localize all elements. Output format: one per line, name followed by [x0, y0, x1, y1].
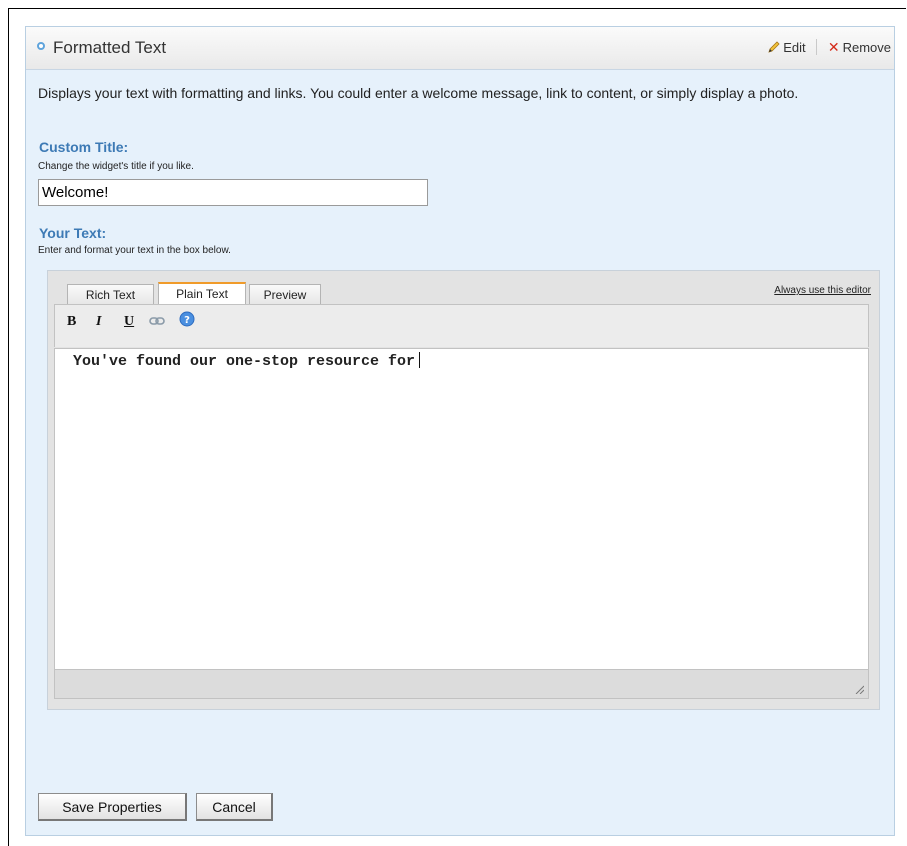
underline-button[interactable]: U — [124, 314, 134, 330]
tab-rich-text[interactable]: Rich Text — [67, 284, 154, 305]
italic-button[interactable]: I — [96, 314, 101, 330]
widget-header: Formatted Text Edit ✕ Remove — [26, 27, 894, 70]
cancel-button[interactable]: Cancel — [196, 793, 273, 821]
link-icon[interactable] — [149, 314, 165, 330]
save-properties-button[interactable]: Save Properties — [38, 793, 187, 821]
widget-title: Formatted Text — [53, 38, 167, 57]
header-divider — [816, 39, 818, 55]
editor-status-bar — [54, 670, 869, 699]
editor-content: You've found our one-stop resource for — [73, 353, 416, 370]
text-caret — [419, 352, 421, 368]
edit-link[interactable]: Edit — [767, 40, 806, 55]
remove-x-icon: ✕ — [827, 39, 840, 55]
formatted-text-widget: Formatted Text Edit ✕ Remove Displays you… — [25, 26, 895, 836]
pencil-icon — [767, 41, 780, 53]
custom-title-input[interactable] — [38, 179, 428, 206]
always-use-editor-link[interactable]: Always use this editor — [774, 285, 871, 296]
remove-label: Remove — [842, 40, 891, 55]
edit-label: Edit — [783, 40, 806, 55]
your-text-label: Your Text: — [39, 225, 107, 241]
custom-title-hint: Change the widget's title if you like. — [38, 161, 194, 172]
remove-link[interactable]: ✕ Remove — [828, 39, 891, 56]
header-actions: Edit ✕ Remove — [767, 39, 891, 56]
tab-preview[interactable]: Preview — [249, 284, 321, 305]
custom-title-label: Custom Title: — [39, 139, 129, 155]
svg-text:?: ? — [184, 315, 190, 326]
editor-toolbar: B I U ? — [54, 304, 869, 347]
resize-handle-icon[interactable] — [854, 684, 864, 694]
collapse-bullet-icon[interactable] — [37, 42, 45, 50]
bold-button[interactable]: B — [67, 314, 76, 330]
tab-plain-text[interactable]: Plain Text — [158, 282, 246, 305]
editor-panel: Rich Text Plain Text Preview Always use … — [47, 270, 880, 710]
text-editor-area[interactable]: You've found our one-stop resource for — [54, 348, 869, 670]
your-text-hint: Enter and format your text in the box be… — [38, 245, 231, 256]
widget-description: Displays your text with formatting and l… — [38, 85, 799, 101]
help-icon[interactable]: ? — [179, 311, 195, 330]
